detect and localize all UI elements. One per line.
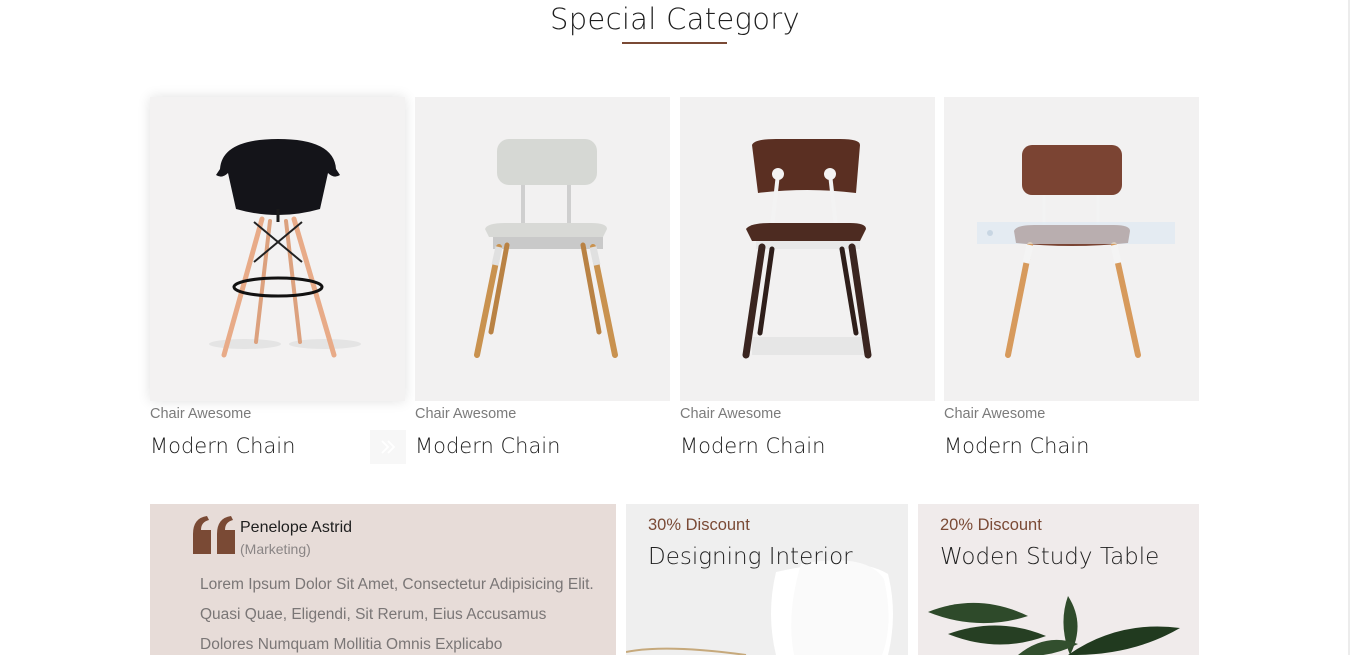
promo-card-2[interactable]: 20% Discount Woden Study Table <box>918 504 1199 655</box>
testimonial-role: (Marketing) <box>240 541 311 557</box>
promo-discount: 30% Discount <box>648 516 750 534</box>
product-card-4[interactable]: Chair Awesome Modern Chain <box>944 97 1199 459</box>
tooltip-dot-icon <box>987 230 993 236</box>
dark-wood-chair-image <box>742 139 872 359</box>
promo-title[interactable]: Woden Study Table <box>940 544 1159 570</box>
product-image-3[interactable] <box>680 97 935 401</box>
testimonial-text: Lorem Ipsum Dolor Sit Amet, Consectetur … <box>200 576 594 653</box>
product-subtitle: Chair Awesome <box>415 406 517 422</box>
product-subtitle: Chair Awesome <box>680 406 782 422</box>
testimonial-author: Penelope Astrid <box>240 519 353 536</box>
promo-discount: 20% Discount <box>940 516 1042 534</box>
title-underline <box>622 42 727 44</box>
product-subtitle: Chair Awesome <box>944 406 1046 422</box>
product-name[interactable]: Modern Chain <box>150 433 405 459</box>
product-name[interactable]: Modern Chain <box>680 433 935 459</box>
hover-tooltip-chip <box>977 222 1175 244</box>
section-title: Special Category <box>550 2 800 36</box>
product-image-4[interactable] <box>944 97 1199 401</box>
product-card-1[interactable]: Chair Awesome Modern Chain <box>150 97 406 464</box>
product-image-1[interactable] <box>150 97 405 401</box>
section-header: Special Category <box>0 0 1350 38</box>
white-chair-image <box>474 139 618 358</box>
product-name[interactable]: Modern Chain <box>415 433 670 459</box>
promo-card-1[interactable]: 30% Discount Designing Interior <box>626 504 908 655</box>
product-card-2[interactable]: Chair Awesome Modern Chain <box>415 97 670 459</box>
testimonial-card: Penelope Astrid (Marketing) Lorem Ipsum … <box>150 504 616 655</box>
quote-icon <box>193 516 235 554</box>
product-card-3[interactable]: Chair Awesome Modern Chain <box>680 97 935 459</box>
promo-title[interactable]: Designing Interior <box>648 544 853 570</box>
product-subtitle: Chair Awesome <box>150 406 252 422</box>
product-next-button[interactable] <box>370 430 406 464</box>
brown-chair-image <box>1005 145 1141 358</box>
product-image-2[interactable] <box>415 97 670 401</box>
black-stool-chair-image <box>209 139 361 358</box>
product-name[interactable]: Modern Chain <box>944 433 1199 459</box>
double-chevron-right-icon <box>381 440 396 454</box>
